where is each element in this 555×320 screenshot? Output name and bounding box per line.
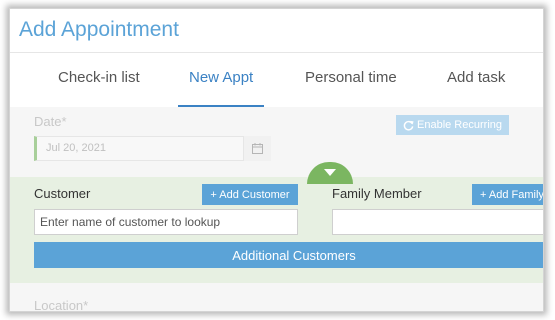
enable-recurring-button[interactable]: Enable Recurring <box>396 115 509 135</box>
tab-add-task[interactable]: Add task <box>447 69 505 86</box>
tab-new-appt[interactable]: New Appt <box>189 69 253 86</box>
enable-recurring-label: Enable Recurring <box>417 119 502 131</box>
customer-search-input[interactable] <box>34 209 298 235</box>
location-label: Location* <box>34 298 89 312</box>
date-field[interactable]: Jul 20, 2021 <box>34 136 271 161</box>
tab-bar: Check-in list New Appt Personal time Add… <box>10 55 543 107</box>
additional-customers-button[interactable]: Additional Customers <box>34 242 543 268</box>
calendar-button[interactable] <box>243 136 271 161</box>
page-title: Add Appointment <box>19 18 179 41</box>
family-member-label: Family Member <box>332 186 422 201</box>
family-member-input[interactable] <box>332 209 543 235</box>
refresh-icon <box>403 120 414 130</box>
tab-check-in-list[interactable]: Check-in list <box>58 69 140 86</box>
triangle-down-icon <box>324 169 336 176</box>
add-family-button[interactable]: + Add Family <box>472 184 543 205</box>
customer-label: Customer <box>34 186 91 201</box>
calendar-icon <box>252 143 263 154</box>
add-customer-button[interactable]: + Add Customer <box>202 184 298 205</box>
date-label: Date* <box>34 114 67 129</box>
tab-personal-time[interactable]: Personal time <box>305 69 397 86</box>
appointment-window: Add Appointment Check-in list New Appt P… <box>9 8 544 312</box>
title-bar: Add Appointment <box>10 9 543 53</box>
